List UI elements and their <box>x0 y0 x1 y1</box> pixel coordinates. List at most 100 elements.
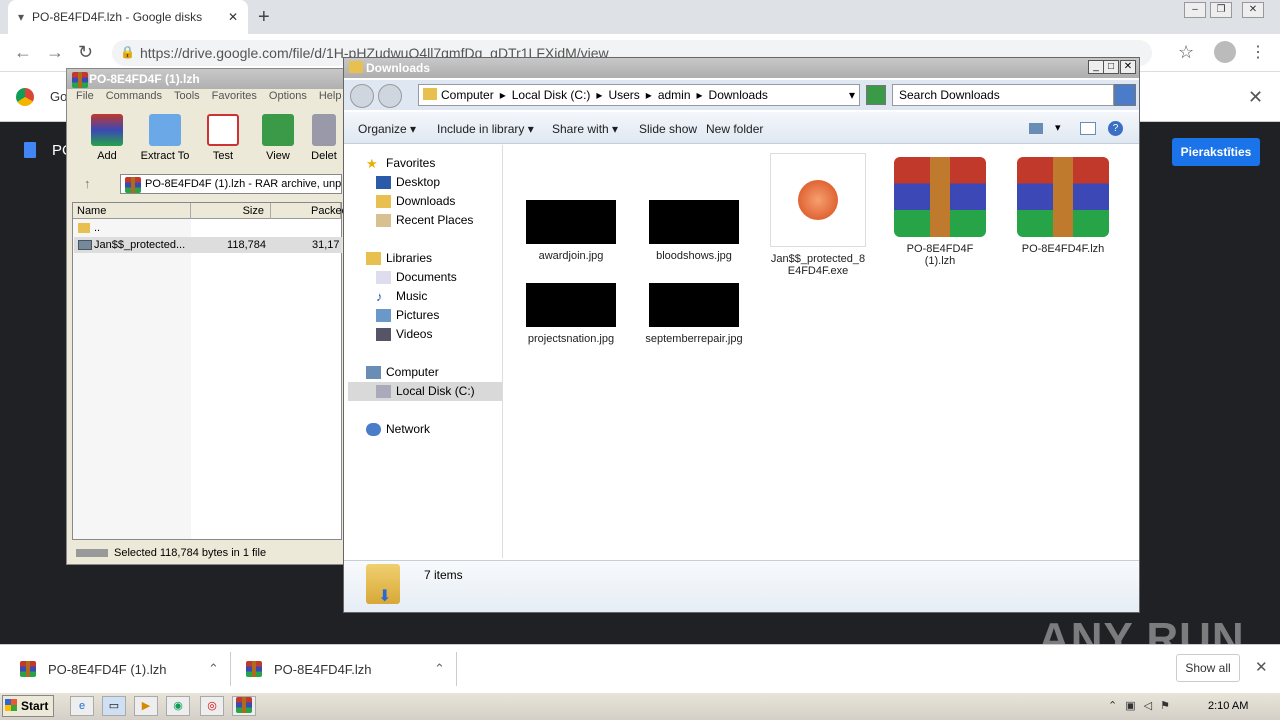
nav-videos[interactable]: Videos <box>376 325 432 344</box>
column-size[interactable]: Size <box>191 203 271 219</box>
back-arrow-icon[interactable]: ← <box>14 42 32 63</box>
file-item[interactable]: PO-8E4FD4F (1).lzh <box>890 157 990 267</box>
archive-path[interactable]: PO-8E4FD4F (1).lzh - RAR archive, unpa <box>120 174 342 194</box>
nav-desktop[interactable]: Desktop <box>376 173 440 192</box>
delete-button[interactable]: Delet <box>306 114 342 162</box>
crumb-users[interactable]: Users <box>608 88 639 102</box>
winrar-file-icon <box>246 661 262 677</box>
menu-favorites[interactable]: Favorites <box>212 90 257 108</box>
help-icon[interactable]: ? <box>1108 121 1123 136</box>
up-arrow-icon[interactable]: ↑ <box>84 176 91 191</box>
new-tab-button[interactable]: + <box>258 6 270 29</box>
table-row[interactable]: Jan$$_protected... 118,784 31,17 <box>74 237 342 253</box>
minimize-button[interactable]: – <box>1184 2 1206 18</box>
crumb-localdisk[interactable]: Local Disk (C:) <box>512 88 591 102</box>
restore-button[interactable]: ❐ <box>1210 2 1232 18</box>
file-item[interactable]: Jan$$_protected_8E4FD4F.exe <box>768 153 868 277</box>
show-all-button[interactable]: Show all <box>1176 654 1240 682</box>
forward-button[interactable] <box>378 84 402 108</box>
sign-in-button[interactable]: Pierakstīties <box>1172 138 1260 166</box>
nav-downloads[interactable]: Downloads <box>376 192 455 211</box>
nav-pictures[interactable]: Pictures <box>376 306 439 325</box>
column-name[interactable]: Name <box>73 203 191 219</box>
taskbar <box>0 692 1280 720</box>
profile-avatar[interactable] <box>1214 41 1236 63</box>
explorer-taskbar-icon[interactable]: ▭ <box>102 696 126 716</box>
view-options-icon[interactable] <box>1029 123 1043 134</box>
menu-options[interactable]: Options <box>269 90 307 108</box>
system-tray-icons[interactable]: ⌃▣◁⚑ <box>1108 699 1178 712</box>
status-bar: Selected 118,784 bytes in 1 file <box>114 547 267 559</box>
add-icon <box>91 114 123 146</box>
search-icon[interactable] <box>1114 84 1136 106</box>
nav-local-disk[interactable]: Local Disk (C:) <box>348 382 502 401</box>
menu-tools[interactable]: Tools <box>174 90 200 108</box>
folder-extract-icon <box>149 114 181 146</box>
view-dropdown-icon[interactable]: ▾ <box>1055 121 1061 134</box>
folder-icon <box>78 223 90 233</box>
reload-icon[interactable]: ↻ <box>78 42 93 63</box>
explorer-minimize-button[interactable]: _ <box>1088 60 1104 74</box>
chevron-up-icon[interactable]: ⌃ <box>434 661 445 677</box>
media-player-icon[interactable]: ▶ <box>134 696 158 716</box>
winrar-taskbar-icon[interactable] <box>232 696 256 716</box>
chevron-up-icon[interactable]: ⌃ <box>208 661 219 677</box>
nav-computer[interactable]: Computer <box>366 363 439 382</box>
extract-to-button[interactable]: Extract To <box>137 114 193 162</box>
view-book-icon <box>262 114 294 146</box>
chrome-taskbar-icon[interactable]: ◉ <box>166 696 190 716</box>
organize-button[interactable]: Organize ▾ <box>358 122 416 136</box>
slide-show-button[interactable]: Slide show <box>639 122 697 136</box>
table-row[interactable]: .. <box>74 220 342 236</box>
chevron-down-icon[interactable]: ▾ <box>849 88 855 102</box>
refresh-button[interactable] <box>866 85 886 105</box>
nav-recent-places[interactable]: Recent Places <box>376 211 473 230</box>
column-packed[interactable]: Packed <box>271 203 348 219</box>
file-item[interactable]: septemberrepair.jpg <box>644 283 744 345</box>
crumb-computer[interactable]: Computer <box>441 88 494 102</box>
file-item[interactable]: bloodshows.jpg <box>644 200 744 262</box>
nav-network[interactable]: Network <box>366 420 430 439</box>
share-with-button[interactable]: Share with ▾ <box>552 122 618 136</box>
file-item[interactable]: PO-8E4FD4F.lzh <box>1013 157 1113 255</box>
explorer-close-button[interactable]: ✕ <box>1120 60 1136 74</box>
menu-icon[interactable]: ⋮ <box>1250 42 1266 62</box>
drive-tab-icon: ▾ <box>18 10 25 24</box>
tab-close-icon[interactable]: ✕ <box>228 10 238 24</box>
view-button[interactable]: View <box>250 114 306 162</box>
menu-help[interactable]: Help <box>319 90 342 108</box>
file-item[interactable]: projectsnation.jpg <box>521 283 621 345</box>
back-button[interactable] <box>350 84 374 108</box>
include-in-library-button[interactable]: Include in library ▾ <box>437 122 534 136</box>
close-browser-button[interactable]: ✕ <box>1242 2 1264 18</box>
explorer-maximize-button[interactable]: □ <box>1103 60 1119 74</box>
nav-favorites[interactable]: ★ Favorites <box>366 154 435 173</box>
infobar-close-icon[interactable]: ✕ <box>1248 87 1263 108</box>
test-button[interactable]: Test <box>195 114 251 162</box>
search-input[interactable]: Search Downloads <box>892 84 1114 106</box>
menu-commands[interactable]: Commands <box>106 90 162 108</box>
download-item[interactable]: PO-8E4FD4F (1).lzh ⌃ <box>20 656 219 682</box>
local-disk-icon <box>376 385 391 398</box>
download-item[interactable]: PO-8E4FD4F.lzh ⌃ <box>246 656 445 682</box>
crumb-downloads[interactable]: Downloads <box>709 88 768 102</box>
nav-documents[interactable]: Documents <box>376 268 457 287</box>
downloads-folder-icon <box>376 195 391 208</box>
add-button[interactable]: Add <box>79 114 135 162</box>
forward-arrow-icon[interactable]: → <box>46 42 64 63</box>
nav-libraries[interactable]: Libraries <box>366 249 432 268</box>
ie-icon[interactable]: e <box>70 696 94 716</box>
nav-music[interactable]: ♪ Music <box>376 287 427 306</box>
breadcrumb[interactable]: Computer ▸ Local Disk (C:) ▸ Users ▸ admin ▸… <box>418 84 860 106</box>
crumb-admin[interactable]: admin <box>658 88 691 102</box>
file-item[interactable]: awardjoin.jpg <box>521 200 621 262</box>
menu-file[interactable]: File <box>76 90 94 108</box>
preview-pane-icon[interactable] <box>1080 122 1096 135</box>
downloads-close-icon[interactable]: ✕ <box>1255 658 1268 676</box>
clock: 2:10 AM <box>1208 700 1249 712</box>
documents-icon <box>376 271 391 284</box>
bookmark-star-icon[interactable]: ☆ <box>1178 42 1194 63</box>
opera-icon[interactable]: ◎ <box>200 696 224 716</box>
new-folder-button[interactable]: New folder <box>706 122 763 136</box>
browser-tab[interactable]: ▾ PO-8E4FD4F.lzh - Google disks ✕ <box>8 0 248 34</box>
